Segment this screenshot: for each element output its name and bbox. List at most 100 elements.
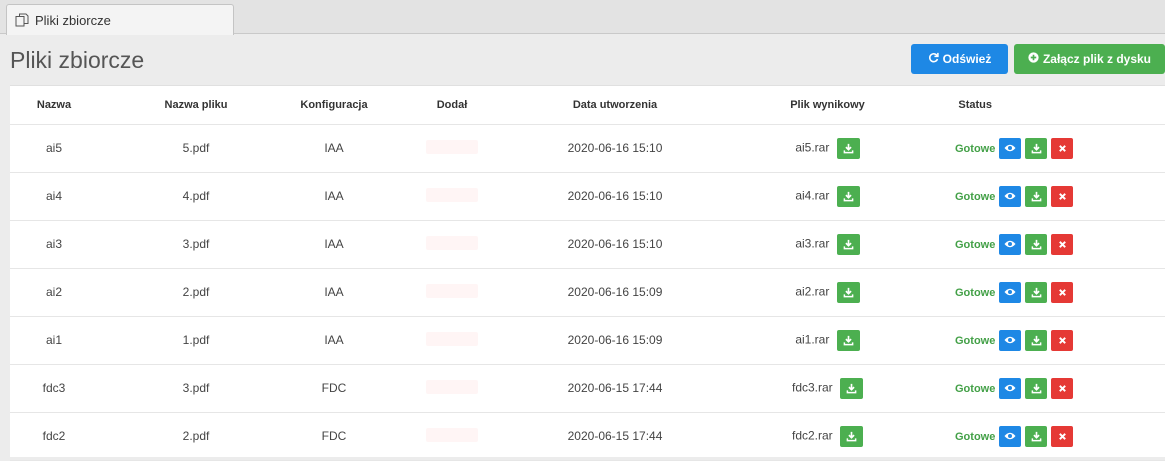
cell-added-by [374, 316, 530, 365]
column-header-name[interactable]: Nazwa [10, 86, 98, 125]
download-result-button[interactable] [836, 329, 860, 351]
cell-created: 2020-06-16 15:10 [530, 172, 700, 221]
cell-added-by [374, 412, 530, 461]
cell-status: Gotowe [955, 364, 996, 413]
cell-config: FDC [294, 364, 374, 413]
download-icon [837, 234, 860, 255]
cell-created: 2020-06-15 17:44 [530, 412, 700, 461]
added-by-redacted [426, 139, 478, 154]
eye-icon [999, 186, 1021, 207]
cell-actions [995, 316, 1165, 365]
page-header: Pliki zbiorcze Odśwież Załącz plik z dys… [0, 35, 1165, 85]
cell-name: ai3 [10, 220, 98, 269]
download-icon [840, 426, 863, 447]
table-row: ai5 5.pdf IAA 2020-06-16 15:10 ai5.rar G… [10, 124, 1165, 173]
cell-config: FDC [294, 412, 374, 461]
cell-result: ai2.rar [700, 268, 955, 317]
column-header-status[interactable]: Status [955, 86, 996, 125]
download-button[interactable] [1025, 185, 1048, 207]
download-button[interactable] [1025, 281, 1048, 303]
status-badge: Gotowe [955, 287, 996, 299]
download-result-button[interactable] [840, 377, 864, 399]
download-button[interactable] [1025, 233, 1048, 255]
cell-name: ai1 [10, 316, 98, 365]
status-badge: Gotowe [955, 383, 996, 395]
attach-label: Załącz plik z dysku [1042, 52, 1152, 66]
cell-name: fdc3 [10, 364, 98, 413]
result-file-label: ai1.rar [795, 332, 830, 347]
table-header-row: Nazwa Nazwa pliku Konfiguracja Dodał Dat… [10, 86, 1165, 125]
files-panel: Nazwa Nazwa pliku Konfiguracja Dodał Dat… [10, 85, 1165, 461]
status-badge: Gotowe [955, 143, 996, 155]
status-badge: Gotowe [955, 335, 996, 347]
view-button[interactable] [999, 185, 1022, 207]
download-result-button[interactable] [836, 233, 860, 255]
download-icon [840, 378, 863, 399]
download-result-button[interactable] [840, 425, 864, 447]
view-button[interactable] [999, 425, 1022, 447]
cell-added-by [374, 172, 530, 221]
cell-status: Gotowe [955, 220, 996, 269]
download-icon [1025, 186, 1047, 207]
refresh-button[interactable]: Odśwież [911, 44, 1008, 74]
delete-button[interactable] [1051, 185, 1074, 207]
cell-added-by [374, 220, 530, 269]
column-header-created[interactable]: Data utworzenia [530, 86, 700, 125]
table-row: ai1 1.pdf IAA 2020-06-16 15:09 ai1.rar G… [10, 316, 1165, 365]
view-button[interactable] [999, 233, 1022, 255]
view-button[interactable] [999, 281, 1022, 303]
eye-icon [999, 234, 1021, 255]
eye-icon [999, 426, 1021, 447]
view-button[interactable] [999, 329, 1022, 351]
download-result-button[interactable] [836, 281, 860, 303]
column-header-added-by[interactable]: Dodał [374, 86, 530, 125]
download-button[interactable] [1025, 329, 1048, 351]
cell-name: ai4 [10, 172, 98, 221]
delete-button[interactable] [1051, 233, 1074, 255]
cell-file-name: 1.pdf [98, 316, 294, 365]
download-result-button[interactable] [836, 137, 860, 159]
cell-created: 2020-06-16 15:10 [530, 124, 700, 173]
download-icon [1025, 378, 1047, 399]
status-badge: Gotowe [955, 431, 996, 443]
cell-file-name: 4.pdf [98, 172, 294, 221]
cell-actions [995, 220, 1165, 269]
download-result-button[interactable] [836, 185, 860, 207]
delete-button[interactable] [1051, 137, 1074, 159]
added-by-redacted [426, 427, 478, 442]
delete-button[interactable] [1051, 329, 1074, 351]
attach-file-button[interactable]: Załącz plik z dysku [1014, 44, 1165, 74]
cell-status: Gotowe [955, 124, 996, 173]
tab-pliki-zbiorcze[interactable]: Pliki zbiorcze [6, 4, 234, 35]
delete-button[interactable] [1051, 281, 1074, 303]
cell-file-name: 3.pdf [98, 364, 294, 413]
column-header-file-name[interactable]: Nazwa pliku [98, 86, 294, 125]
delete-button[interactable] [1051, 377, 1074, 399]
download-button[interactable] [1025, 137, 1048, 159]
cell-actions [995, 412, 1165, 461]
cell-added-by [374, 268, 530, 317]
close-icon [1051, 186, 1073, 207]
eye-icon [999, 282, 1021, 303]
download-button[interactable] [1025, 377, 1048, 399]
cell-name: ai5 [10, 124, 98, 173]
table-row: ai3 3.pdf IAA 2020-06-16 15:10 ai3.rar G… [10, 220, 1165, 269]
column-header-config[interactable]: Konfiguracja [294, 86, 374, 125]
view-button[interactable] [999, 377, 1022, 399]
cell-created: 2020-06-16 15:09 [530, 316, 700, 365]
cell-result: ai5.rar [700, 124, 955, 173]
result-file-label: fdc2.rar [791, 428, 833, 443]
close-icon [1051, 378, 1073, 399]
eye-icon [999, 138, 1021, 159]
column-header-actions [995, 86, 1165, 125]
eye-icon [999, 378, 1021, 399]
view-button[interactable] [999, 137, 1022, 159]
download-button[interactable] [1025, 425, 1048, 447]
delete-button[interactable] [1051, 425, 1074, 447]
close-icon [1051, 138, 1073, 159]
download-icon [1025, 330, 1047, 351]
column-header-result[interactable]: Plik wynikowy [700, 86, 955, 125]
close-icon [1051, 330, 1073, 351]
cell-result: ai3.rar [700, 220, 955, 269]
tab-label: Pliki zbiorcze [35, 12, 111, 28]
